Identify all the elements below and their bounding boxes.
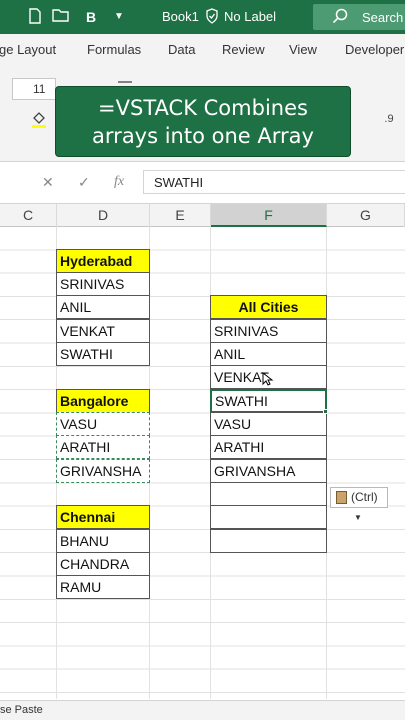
cancel-icon[interactable]: ✕ — [42, 174, 54, 191]
hyderabad-item[interactable]: VENKAT — [56, 319, 150, 343]
tab-review[interactable]: Review — [222, 42, 265, 57]
sensitivity-label[interactable]: No Label — [224, 9, 276, 24]
fill-handle[interactable] — [323, 409, 328, 414]
chennai-header[interactable]: Chennai — [56, 505, 150, 529]
formula-input[interactable]: SWATHI — [143, 170, 405, 194]
all-cities-item[interactable]: ANIL — [210, 342, 327, 366]
status-text: se Paste — [0, 704, 43, 716]
search-box[interactable]: Search — [313, 4, 405, 30]
paste-options-dropdown-icon: ▼ — [354, 513, 362, 522]
column-header-c[interactable]: C — [0, 204, 57, 227]
tab-data[interactable]: Data — [168, 42, 195, 57]
all-cities-item[interactable]: SRINIVAS — [210, 319, 327, 343]
all-cities-item[interactable]: VASU — [210, 412, 327, 436]
all-cities-item[interactable]: GRIVANSHA — [210, 459, 327, 483]
status-bar: se Paste — [0, 700, 405, 720]
chennai-item[interactable]: RAMU — [56, 575, 150, 599]
enter-icon[interactable]: ✓ — [78, 174, 90, 191]
tab-formulas[interactable]: Formulas — [87, 42, 141, 57]
search-icon — [331, 8, 349, 26]
banner-line-2: arrays into one Array — [92, 124, 314, 148]
bold-button[interactable]: B — [82, 8, 100, 26]
column-header-g[interactable]: G — [327, 204, 405, 227]
all-cities-item[interactable]: ARATHI — [210, 435, 327, 459]
chennai-item[interactable]: CHANDRA — [56, 552, 150, 576]
paste-options-label: (Ctrl) — [351, 490, 378, 504]
bangalore-item[interactable]: VASU — [56, 412, 150, 436]
bangalore-header[interactable]: Bangalore — [56, 389, 150, 413]
column-header-d[interactable]: D — [57, 204, 150, 227]
vstack-banner: =VSTACK Combines arrays into one Array — [55, 86, 351, 157]
search-label: Search — [362, 10, 404, 25]
title-bar: B ▼ Book1 No Label Search — [0, 0, 405, 34]
font-size-select[interactable]: 11 — [12, 78, 56, 100]
mouse-cursor-icon — [262, 371, 274, 391]
column-header-e[interactable]: E — [150, 204, 211, 227]
insert-function-icon[interactable]: fx — [114, 174, 124, 190]
chennai-item[interactable]: BHANU — [56, 529, 150, 553]
open-folder-icon[interactable] — [52, 8, 70, 26]
tab-developer[interactable]: Developer — [345, 42, 404, 57]
tab-page-layout[interactable]: ge Layout — [0, 42, 56, 57]
paste-options-button[interactable]: (Ctrl) ▼ — [330, 487, 388, 522]
tab-view[interactable]: View — [289, 42, 317, 57]
all-cities-header[interactable]: All Cities — [210, 295, 327, 319]
worksheet-grid[interactable]: Hyderabad SRINIVAS ANIL VENKAT SWATHI Ba… — [0, 227, 405, 699]
ribbon-tabs: ge Layout Formulas Data Review View Deve… — [0, 34, 405, 66]
new-file-icon[interactable] — [26, 8, 44, 26]
fill-color-icon[interactable] — [30, 110, 48, 128]
all-cities-item-active[interactable]: SWATHI — [210, 389, 327, 413]
decimal-icon[interactable]: .9 — [380, 110, 398, 128]
empty-cell[interactable] — [210, 529, 327, 553]
clipboard-icon — [336, 491, 347, 504]
hyderabad-item[interactable]: SWATHI — [56, 342, 150, 366]
column-header-f[interactable]: F — [211, 204, 327, 227]
empty-cell[interactable] — [210, 505, 327, 529]
banner-line-1: =VSTACK Combines — [98, 96, 308, 120]
customize-toolbar-icon[interactable]: ▼ — [110, 8, 128, 26]
formula-bar: ✕ ✓ fx SWATHI — [0, 162, 405, 204]
hyderabad-item[interactable]: ANIL — [56, 295, 150, 319]
hyderabad-header[interactable]: Hyderabad — [56, 249, 150, 273]
column-headers: C D E F G — [0, 204, 405, 227]
bangalore-item[interactable]: GRIVANSHA — [56, 459, 150, 483]
bangalore-item[interactable]: ARATHI — [56, 435, 150, 459]
empty-cell[interactable] — [210, 482, 327, 506]
sensitivity-shield-icon[interactable] — [203, 8, 221, 26]
workbook-title: Book1 — [162, 9, 199, 24]
hyderabad-item[interactable]: SRINIVAS — [56, 272, 150, 296]
